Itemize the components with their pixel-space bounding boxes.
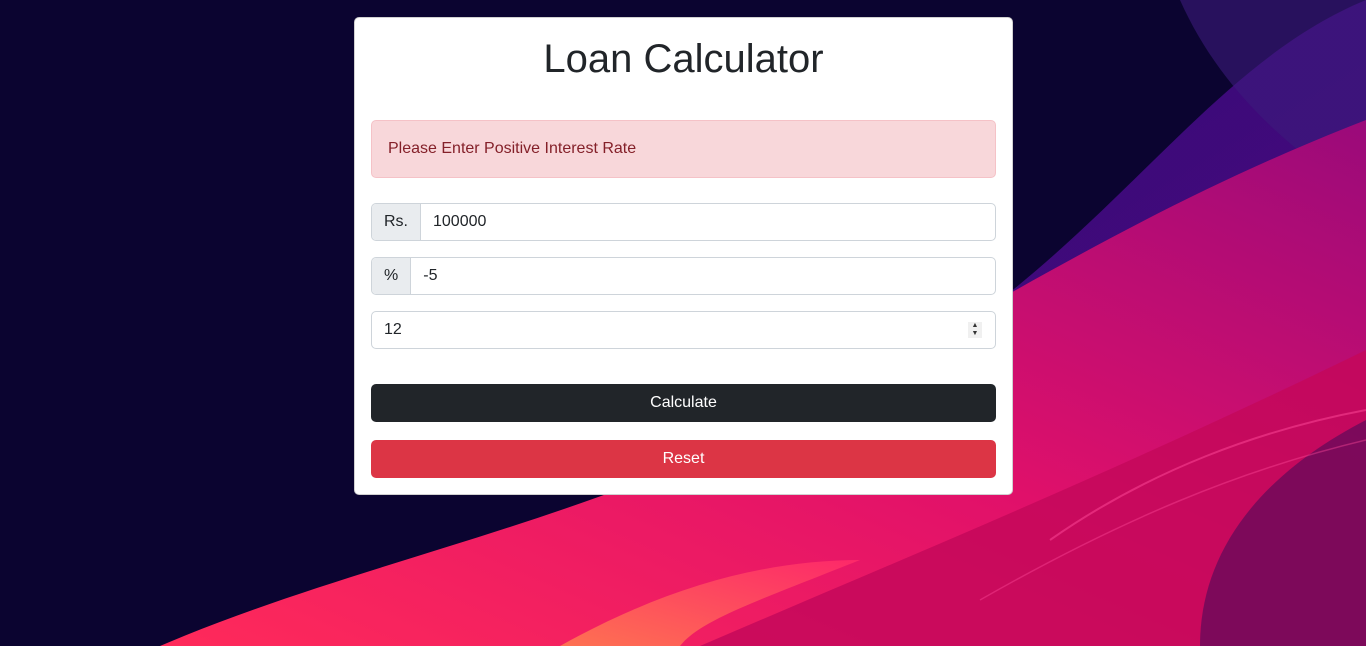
amount-input[interactable] [421,204,995,240]
amount-input-group: Rs. [371,203,996,241]
interest-input[interactable] [411,258,995,294]
loan-calculator-card: Loan Calculator Please Enter Positive In… [354,17,1013,495]
error-alert: Please Enter Positive Interest Rate [371,120,996,178]
years-input-group: ▲ ▼ [371,311,996,349]
amount-prefix: Rs. [372,204,421,240]
years-input[interactable] [372,312,967,348]
chevron-up-icon[interactable]: ▲ [968,322,982,330]
chevron-down-icon[interactable]: ▼ [968,330,982,338]
years-stepper[interactable]: ▲ ▼ [967,312,983,348]
calculate-button[interactable]: Calculate [371,384,996,422]
interest-prefix: % [372,258,412,294]
page-title: Loan Calculator [543,37,824,81]
interest-input-group: % [371,257,996,295]
reset-button[interactable]: Reset [371,440,996,478]
